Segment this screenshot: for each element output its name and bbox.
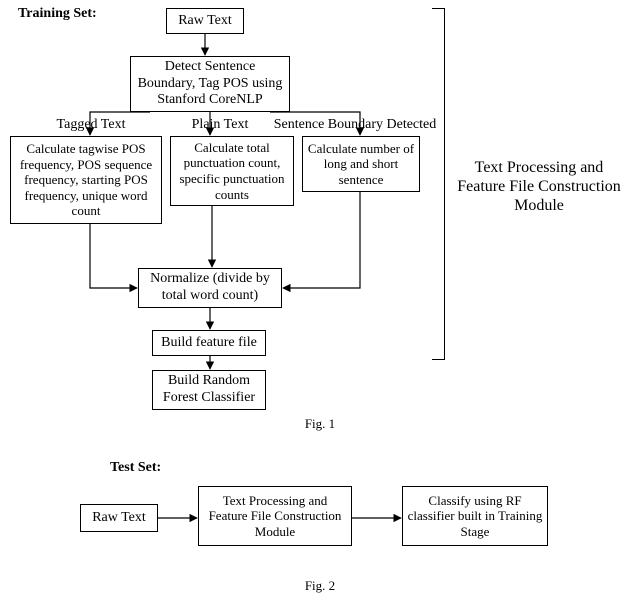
fig1-edge-boundary: Sentence Boundary Detected <box>260 117 450 134</box>
diagram-canvas: Training Set: Raw Text Detect Sentence B… <box>0 0 640 607</box>
fig1-box-build-feature-label: Build feature file <box>161 335 257 352</box>
fig1-box-normalize-label: Normalize (divide by total word count) <box>143 271 277 305</box>
fig2-box-module-label: Text Processing and Feature File Constru… <box>203 493 347 540</box>
fig2-box-classify-label: Classify using RF classifier built in Tr… <box>407 493 543 540</box>
fig1-box-build-rf: Build Random Forest Classifier <box>152 370 266 410</box>
arrow-calcright-to-normalize <box>283 192 360 288</box>
fig1-bracket-label: Text Processing and Feature File Constru… <box>454 158 624 216</box>
fig1-box-detect: Detect Sentence Boundary, Tag POS using … <box>130 56 290 112</box>
fig1-box-normalize: Normalize (divide by total word count) <box>138 268 282 308</box>
fig1-box-raw-text: Raw Text <box>166 8 244 34</box>
fig1-box-calc-right: Calculate number of long and short sente… <box>302 136 420 192</box>
fig1-box-calc-mid-label: Calculate total punctuation count, speci… <box>175 140 289 202</box>
fig2-box-raw-text-label: Raw Text <box>92 510 146 527</box>
fig1-box-calc-left-label: Calculate tagwise POS frequency, POS seq… <box>15 141 157 219</box>
fig1-box-raw-text-label: Raw Text <box>178 13 232 30</box>
arrow-calcleft-to-normalize <box>90 224 137 288</box>
fig1-box-calc-mid: Calculate total punctuation count, speci… <box>170 136 294 206</box>
fig1-edge-tagged: Tagged Text <box>46 117 136 134</box>
fig2-title: Test Set: <box>110 460 161 477</box>
fig2-box-classify: Classify using RF classifier built in Tr… <box>402 486 548 546</box>
fig2-box-raw-text: Raw Text <box>80 504 158 532</box>
fig1-box-calc-right-label: Calculate number of long and short sente… <box>307 141 415 188</box>
fig1-caption: Fig. 1 <box>0 416 640 432</box>
fig1-box-build-feature: Build feature file <box>152 330 266 356</box>
fig1-bracket <box>432 8 445 360</box>
fig1-box-build-rf-label: Build Random Forest Classifier <box>157 373 261 407</box>
fig1-edge-plain: Plain Text <box>180 117 260 134</box>
fig1-box-calc-left: Calculate tagwise POS frequency, POS seq… <box>10 136 162 224</box>
fig2-caption: Fig. 2 <box>0 578 640 594</box>
fig1-title: Training Set: <box>18 6 97 23</box>
fig1-box-detect-label: Detect Sentence Boundary, Tag POS using … <box>135 59 285 109</box>
fig2-box-module: Text Processing and Feature File Constru… <box>198 486 352 546</box>
